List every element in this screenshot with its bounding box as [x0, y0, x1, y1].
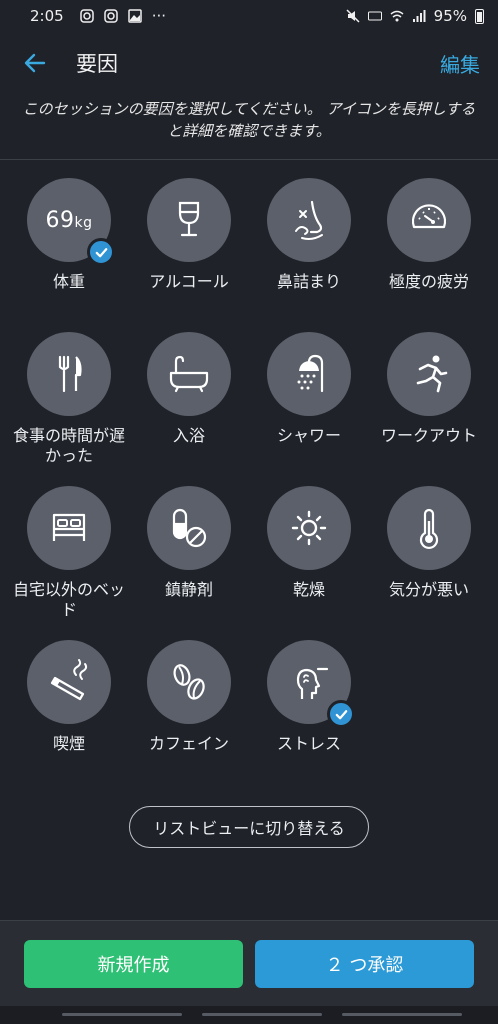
gallery-icon	[127, 9, 142, 23]
factor-circle	[147, 332, 231, 416]
speedometer-icon	[411, 204, 447, 229]
nose-icon	[295, 200, 323, 240]
factor-label: ワークアウト	[380, 426, 477, 445]
bathtub-icon	[169, 355, 209, 393]
cigarette-icon	[50, 659, 88, 701]
factor-circle	[27, 486, 111, 570]
check-icon	[87, 238, 115, 266]
stress-head-icon	[296, 667, 329, 699]
factor-label: 極度の疲労	[388, 272, 469, 291]
bed-icon	[52, 513, 86, 541]
factor-label: 乾燥	[292, 580, 325, 599]
factor-bath[interactable]: 入浴	[129, 332, 249, 468]
sun-icon	[291, 510, 327, 546]
factor-label: 食事の時間が遅かった	[12, 426, 125, 465]
volte-icon	[367, 11, 382, 21]
factor-label: アルコール	[149, 272, 229, 291]
factor-circle	[267, 486, 351, 570]
factor-label: 鼻詰まり	[276, 272, 341, 291]
factor-circle	[27, 640, 111, 724]
factor-weight[interactable]: 69kg 体重	[9, 178, 129, 314]
back-arrow-icon[interactable]	[22, 50, 48, 76]
factor-label: 気分が悪い	[388, 580, 469, 599]
thermometer-icon	[419, 508, 439, 550]
footer: 新規作成 ２ つ承認	[0, 920, 498, 1006]
factor-circle	[27, 332, 111, 416]
fork-knife-icon	[58, 355, 82, 393]
factor-circle	[267, 332, 351, 416]
description-text: このセッションの要因を選択してください。 アイコンを長押しすると詳細を確認できま…	[0, 94, 498, 160]
factor-alcohol[interactable]: アルコール	[129, 178, 249, 314]
factor-label: 自宅以外のベッド	[12, 580, 125, 619]
factor-label: カフェイン	[148, 734, 229, 753]
edit-button[interactable]: 編集	[440, 49, 480, 78]
wine-glass-icon	[178, 201, 200, 237]
nav-recents[interactable]	[62, 1013, 182, 1016]
factor-extreme-fatigue[interactable]: 極度の疲労	[369, 178, 489, 314]
factor-label: 入浴	[172, 426, 205, 445]
factor-different-bed[interactable]: 自宅以外のベッド	[9, 486, 129, 622]
status-bar: 2:05 ··· 95%	[0, 0, 498, 32]
factor-smoking[interactable]: 喫煙	[9, 640, 129, 776]
switch-to-list-view-button[interactable]: リストビューに切り替える	[129, 806, 369, 848]
factor-nasal-congestion[interactable]: 鼻詰まり	[249, 178, 369, 314]
factor-dryness[interactable]: 乾燥	[249, 486, 369, 622]
signal-icon	[412, 10, 426, 22]
factor-circle	[267, 640, 355, 728]
confirm-button[interactable]: ２ つ承認	[255, 939, 474, 988]
factor-label: 喫煙	[52, 734, 85, 753]
factor-circle	[387, 486, 471, 570]
more-notifications-icon: ···	[151, 7, 166, 25]
mute-icon	[346, 9, 360, 23]
factor-grid: 69kg 体重 アルコール 鼻詰まり 極度の疲労 食事の時間が遅かった 入浴 シ…	[0, 178, 498, 776]
running-icon	[416, 355, 448, 393]
factor-label: シャワー	[276, 426, 341, 445]
factor-caffeine[interactable]: カフェイン	[129, 640, 249, 776]
factor-feeling-unwell[interactable]: 気分が悪い	[369, 486, 489, 622]
app-bar: 要因 編集	[0, 32, 498, 94]
factor-circle	[147, 640, 231, 724]
page-title: 要因	[76, 52, 118, 76]
weight-value: 69kg	[45, 207, 93, 233]
instagram-icon	[79, 9, 94, 23]
factor-label: 鎮静剤	[164, 580, 213, 599]
factor-circle	[147, 486, 231, 570]
instagram-icon	[103, 9, 118, 23]
factor-late-meal[interactable]: 食事の時間が遅かった	[9, 332, 129, 468]
factor-label: ストレス	[276, 734, 341, 753]
factor-circle	[267, 178, 351, 262]
status-time: 2:05	[30, 7, 64, 25]
nav-home[interactable]	[202, 1013, 322, 1016]
factor-circle: 69kg	[27, 178, 115, 266]
factor-sedative[interactable]: 鎮静剤	[129, 486, 249, 622]
factor-circle	[147, 178, 231, 262]
new-button[interactable]: 新規作成	[24, 939, 243, 988]
factor-shower[interactable]: シャワー	[249, 332, 369, 468]
system-nav-bar	[0, 1006, 498, 1024]
factor-label: 体重	[52, 272, 85, 291]
battery-percent: 95%	[433, 7, 467, 25]
coffee-bean-icon	[173, 664, 205, 700]
factor-circle	[387, 332, 471, 416]
factor-stress[interactable]: ストレス	[249, 640, 369, 776]
factor-workout[interactable]: ワークアウト	[369, 332, 489, 468]
pills-icon	[172, 508, 207, 548]
check-icon	[327, 700, 355, 728]
nav-back[interactable]	[342, 1013, 462, 1016]
shower-icon	[297, 354, 324, 393]
battery-icon	[475, 8, 484, 24]
wifi-icon	[390, 10, 404, 22]
factor-circle	[387, 178, 471, 262]
